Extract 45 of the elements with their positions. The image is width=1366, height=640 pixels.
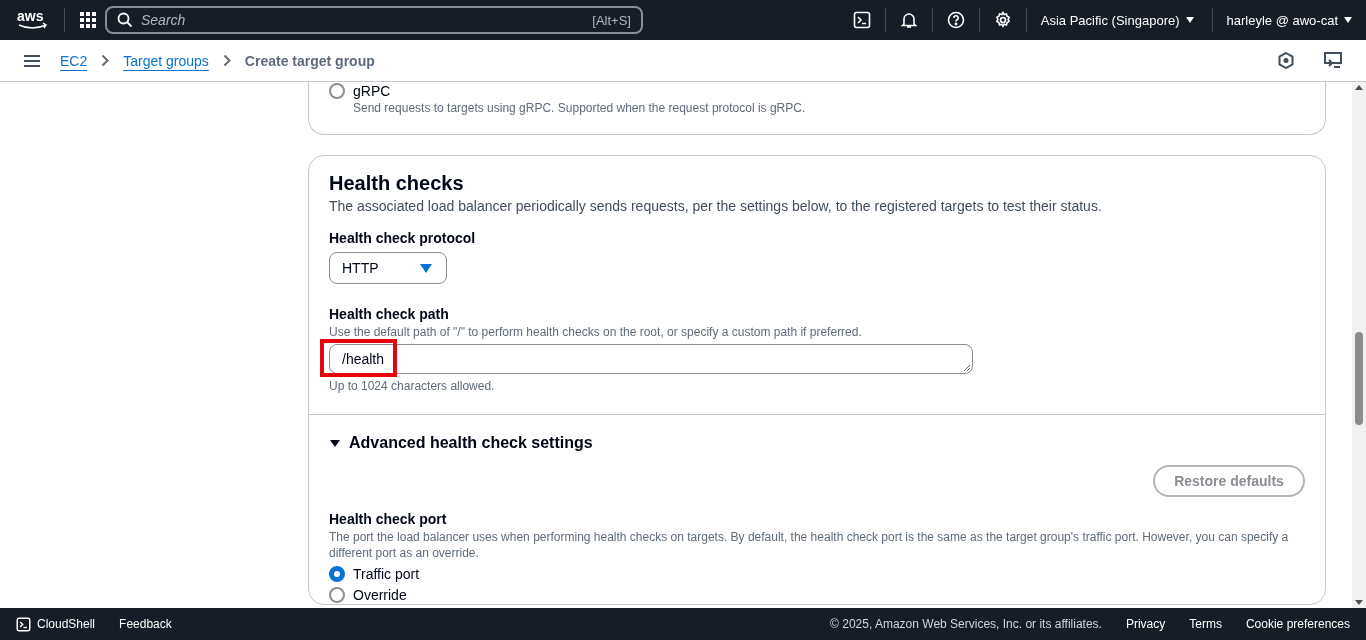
screen-icon[interactable] [1324,52,1342,69]
apps-grid-icon[interactable] [79,11,97,29]
terminal-icon[interactable] [852,11,871,29]
search-field[interactable]: Search [Alt+S] [105,6,643,34]
menu-icon[interactable] [24,54,40,67]
expander-toggle[interactable]: Advanced health check settings [329,433,1305,453]
resize-grip-icon [963,364,971,372]
section-title: Health checks [329,171,465,196]
breadcrumb-link[interactable]: Target groups [123,52,209,69]
footer-link[interactable]: Terms [1189,617,1222,631]
search-icon [117,12,133,28]
radio-description: Send requests to targets using gRPC. Supported when the request protocol is gRPC. [353,100,806,116]
breadcrumb-current: Create target group [244,52,375,69]
radio-label: gRPC [353,82,392,100]
chevron-icon [101,54,110,67]
field-description: Use the default path of "/" to perform health checks on the root, or specify a custom path if preferred. [329,324,863,340]
scrollbar[interactable] [1352,82,1366,608]
radio-button[interactable] [329,83,345,99]
help-icon[interactable] [946,11,965,29]
field-description: The port the load balancer uses when performing health checks on targets. By default, the health check port is the same as the target group's traffic port. However, you can specify a different port as an override. [329,529,1290,561]
caret-icon [329,438,341,448]
terminal-icon [16,616,31,632]
radio-label: Traffic port [353,565,420,583]
radio-button[interactable] [329,566,345,582]
settings-icon[interactable] [993,11,1012,29]
field-label: Health check path [329,305,450,324]
bell-icon[interactable] [899,11,918,29]
region-menu[interactable]: Asia Pacific (Singapore) [1040,12,1194,28]
field-label: Health check port [329,510,448,529]
account-menu[interactable]: harleyle @ awo-cat [1226,12,1352,28]
radio-label: Override [353,586,407,604]
protocol-select[interactable]: HTTP [329,252,447,284]
cloudshell-button[interactable]: CloudShell [16,616,96,632]
field-label: Health check protocol [329,229,477,248]
breadcrumb-link[interactable]: EC2 [60,52,88,69]
chevron-icon [222,54,231,67]
hexagon-icon[interactable] [1278,52,1294,69]
footer-link[interactable]: Feedback [119,617,172,631]
section-description: The associated load balancer periodically sends requests, per the settings below, to the registered targets to test their status. [329,197,1103,216]
radio-button[interactable] [329,587,345,603]
field-hint: Up to 1024 characters allowed. [329,378,496,394]
footer-link[interactable]: Cookie preferences [1245,617,1350,631]
path-input-field[interactable]: /health [329,344,973,374]
footer-link[interactable]: Privacy [1125,617,1166,631]
copyright-text: © 2025, Amazon Web Services, Inc. or its affiliates. [830,617,1102,631]
